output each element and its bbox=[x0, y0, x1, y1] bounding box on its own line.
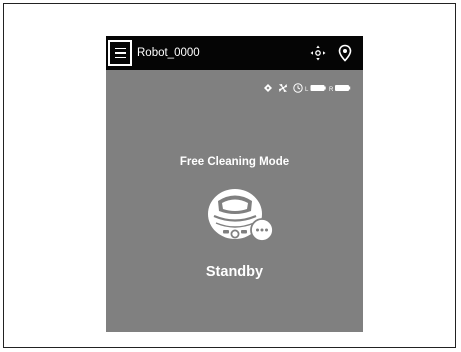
timer-icon bbox=[293, 83, 303, 93]
robot-name: Robot_0000 bbox=[137, 47, 200, 59]
robot-status: Standby bbox=[205, 264, 264, 280]
battery-right-icon: R bbox=[329, 85, 351, 93]
water-icon bbox=[264, 84, 272, 92]
hamburger-menu-icon bbox=[114, 47, 126, 50]
fan-icon bbox=[279, 84, 287, 92]
location-pin-icon[interactable] bbox=[335, 43, 355, 63]
battery-left-icon: L bbox=[305, 85, 326, 93]
menu-button[interactable] bbox=[108, 40, 132, 66]
status-icons-row: L R bbox=[264, 83, 351, 93]
robot-mower-icon[interactable] bbox=[205, 183, 275, 249]
battery-left-label: L bbox=[305, 87, 309, 93]
cleaning-mode-title: Free Cleaning Mode bbox=[179, 156, 290, 168]
app-screen: Robot_0000 L R Free Cleaning Mode Standb… bbox=[106, 36, 363, 332]
more-options-icon[interactable] bbox=[250, 218, 274, 242]
app-bar: Robot_0000 bbox=[106, 36, 363, 70]
battery-right-label: R bbox=[329, 87, 334, 93]
remote-control-icon[interactable] bbox=[308, 43, 328, 63]
